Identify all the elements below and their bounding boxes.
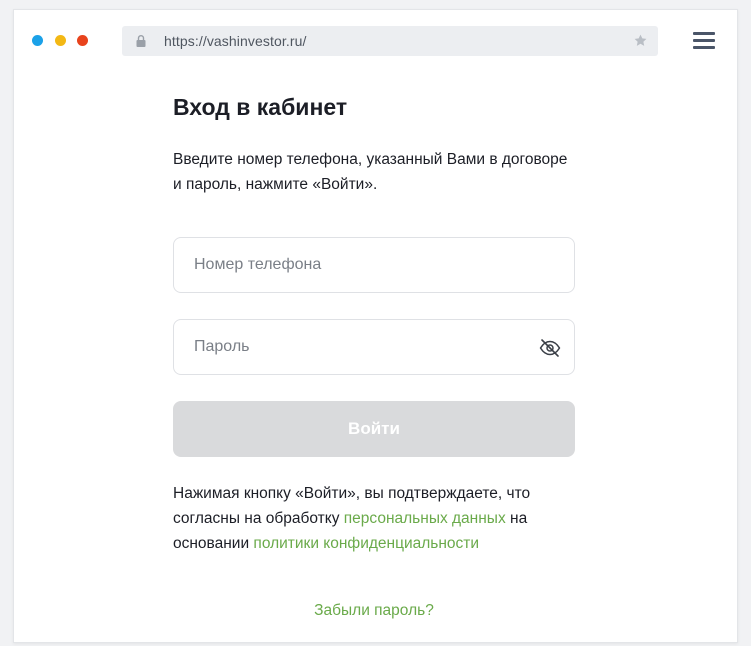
page-title: Вход в кабинет	[173, 94, 348, 120]
browser-window: https://vashinvestor.ru/ Вход в кабинет …	[13, 9, 738, 643]
consent-text: Нажимая кнопку «Войти», вы подтверждаете…	[173, 481, 583, 556]
lock-icon	[136, 35, 146, 47]
phone-field[interactable]	[173, 237, 575, 293]
forgot-password-row: Забыли пароль?	[173, 602, 575, 620]
window-dot-blue[interactable]	[32, 35, 43, 46]
phone-input[interactable]	[194, 238, 524, 292]
window-dot-yellow[interactable]	[55, 35, 66, 46]
privacy-policy-link[interactable]: политики конфиденциальности	[253, 535, 479, 552]
login-instructions: Введите номер телефона, указанный Вами в…	[173, 151, 568, 193]
hamburger-menu-icon[interactable]	[693, 32, 717, 50]
window-dot-red[interactable]	[77, 35, 88, 46]
browser-titlebar: https://vashinvestor.ru/	[14, 10, 737, 72]
password-field[interactable]	[173, 319, 575, 375]
forgot-password-link[interactable]: Забыли пароль?	[314, 602, 434, 619]
bookmark-star-icon[interactable]	[633, 33, 648, 48]
password-input[interactable]	[194, 320, 524, 374]
address-bar[interactable]: https://vashinvestor.ru/	[122, 26, 658, 56]
eye-off-icon[interactable]	[538, 336, 562, 360]
personal-data-link[interactable]: персональных данных	[344, 510, 506, 527]
login-button[interactable]: Войти	[173, 401, 575, 457]
url-text[interactable]: https://vashinvestor.ru/	[164, 33, 306, 49]
